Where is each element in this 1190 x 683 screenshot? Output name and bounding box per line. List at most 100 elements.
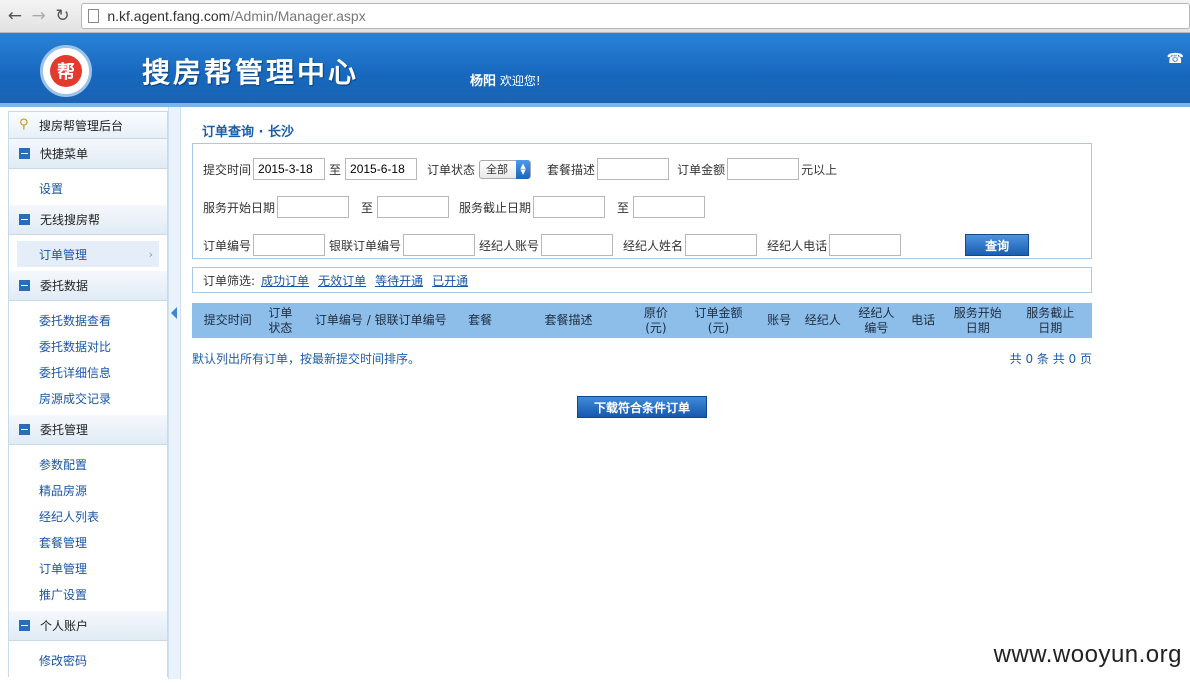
service-end-label: 服务截止日期 xyxy=(459,200,532,215)
site-logo: 帮 xyxy=(40,45,92,97)
filter-label: 订单筛选: xyxy=(203,273,256,288)
agent-account-input[interactable] xyxy=(541,234,614,256)
sidebar-item-agent-list[interactable]: 经纪人列表 xyxy=(9,503,167,529)
reload-icon[interactable]: ↻ xyxy=(52,5,74,27)
default-sort-note: 默认列出所有订单，按最新提交时间排序。 xyxy=(192,352,421,366)
welcome-text: 欢迎您! xyxy=(499,74,541,88)
to-label: 至 xyxy=(361,200,374,215)
unionpay-no-label: 银联订单编号 xyxy=(329,238,402,253)
back-arrow-icon[interactable]: ← xyxy=(4,5,26,27)
sidebar-group-title: 无线搜房帮 xyxy=(40,213,101,227)
sidebar-item-settings[interactable]: 设置 xyxy=(9,175,167,201)
filter-link-invalid[interactable]: 无效订单 xyxy=(318,272,366,289)
collapse-icon[interactable] xyxy=(19,214,30,225)
package-desc-label: 套餐描述 xyxy=(547,162,596,177)
sidebar-item-package-management[interactable]: 套餐管理 xyxy=(9,529,167,555)
phone-icon[interactable]: ☎ xyxy=(1167,51,1184,67)
collapse-sidebar-icon[interactable] xyxy=(171,307,177,319)
sidebar-group-title: 个人账户 xyxy=(40,619,89,633)
column-header: 电话 xyxy=(911,313,936,327)
sidebar-group-entrust-management[interactable]: 委托管理 xyxy=(8,415,168,445)
sidebar-item-entrust-compare[interactable]: 委托数据对比 xyxy=(9,333,167,359)
filter-link-success[interactable]: 成功订单 xyxy=(261,272,309,289)
sidebar-group-items: 修改密码 xyxy=(8,641,168,677)
chevron-right-icon: › xyxy=(148,247,153,261)
service-start-to-input[interactable] xyxy=(377,196,450,218)
order-filter-bar: 订单筛选: 成功订单 无效订单 等待开通 已开通 xyxy=(192,267,1092,293)
sidebar-group-personal-account[interactable]: 个人账户 xyxy=(8,611,168,641)
agent-phone-input[interactable] xyxy=(829,234,902,256)
sidebar-item-entrust-detail[interactable]: 委托详细信息 xyxy=(9,359,167,385)
welcome-message: 杨阳 欢迎您! xyxy=(470,70,541,89)
column-header: 服务截止 日期 xyxy=(1026,305,1075,335)
search-row-2: 服务开始日期 至 服务截止日期 至 xyxy=(203,188,1081,226)
sidebar: ⚲ 搜房帮管理后台 快捷菜单 设置 无线搜房帮 订单管理 › 委托数据 委托数据… xyxy=(0,107,168,679)
column-header: 订单金额 (元) xyxy=(694,305,743,335)
query-button[interactable]: 查询 xyxy=(965,234,1030,256)
to-label: 至 xyxy=(329,162,342,177)
service-start-label: 服务开始日期 xyxy=(203,200,276,215)
pagination-summary: 共 0 条 共 0 页 xyxy=(1009,352,1092,366)
sidebar-splitter[interactable] xyxy=(168,107,181,679)
sidebar-item-label: 订单管理 xyxy=(39,247,88,262)
submit-time-to-input[interactable] xyxy=(345,158,418,180)
order-amount-label: 订单金额 xyxy=(677,162,726,177)
sidebar-top[interactable]: ⚲ 搜房帮管理后台 xyxy=(8,111,168,139)
sidebar-item-order-management[interactable]: 订单管理 xyxy=(9,555,167,581)
collapse-icon[interactable] xyxy=(19,424,30,435)
package-desc-input[interactable] xyxy=(597,158,670,180)
sidebar-item-premium-listings[interactable]: 精品房源 xyxy=(9,477,167,503)
order-amount-input[interactable] xyxy=(727,158,800,180)
service-end-from-input[interactable] xyxy=(533,196,606,218)
column-header: 原价 (元) xyxy=(643,305,668,335)
collapse-icon[interactable] xyxy=(19,148,30,159)
column-header: 套餐 xyxy=(468,313,493,327)
service-start-from-input[interactable] xyxy=(277,196,350,218)
order-no-input[interactable] xyxy=(253,234,326,256)
column-header: 订单 状态 xyxy=(268,305,293,335)
service-end-to-input[interactable] xyxy=(633,196,706,218)
sidebar-item-change-password[interactable]: 修改密码 xyxy=(9,647,167,673)
amount-suffix: 元以上 xyxy=(801,162,838,177)
unionpay-no-input[interactable] xyxy=(403,234,476,256)
sidebar-group-title: 委托管理 xyxy=(40,423,89,437)
collapse-icon[interactable] xyxy=(19,620,30,631)
sidebar-group-items: 委托数据查看 委托数据对比 委托详细信息 房源成交记录 xyxy=(8,301,168,415)
column-header: 账号 xyxy=(767,313,792,327)
order-status-select[interactable]: 全部 ▲ ▼ xyxy=(479,159,532,179)
search-row-1: 提交时间 至 订单状态 全部 ▲▼ 套餐描述 订单金额 元以上 xyxy=(203,150,1081,188)
agent-name-label: 经纪人姓名 xyxy=(623,238,684,253)
submit-time-from-input[interactable] xyxy=(253,158,326,180)
filter-link-pending[interactable]: 等待开通 xyxy=(375,272,423,289)
watermark: www.wooyun.org xyxy=(993,641,1182,668)
submit-time-label: 提交时间 xyxy=(203,162,252,177)
sidebar-item-param-config[interactable]: 参数配置 xyxy=(9,451,167,477)
agent-name-input[interactable] xyxy=(685,234,758,256)
sidebar-group-wireless[interactable]: 无线搜房帮 xyxy=(8,205,168,235)
sidebar-item-promotion-settings[interactable]: 推广设置 xyxy=(9,581,167,607)
user-name: 杨阳 xyxy=(470,74,497,89)
sidebar-item-entrust-view[interactable]: 委托数据查看 xyxy=(9,307,167,333)
main-content: 订单查询 · 长沙 提交时间 至 订单状态 全部 ▲▼ 套餐描述 订单金额 元以… xyxy=(181,107,1190,679)
address-bar[interactable]: n.kf.agent.fang.com/Admin/Manager.aspx xyxy=(81,3,1190,29)
logo-mark: 帮 xyxy=(50,55,82,87)
sidebar-group-entrust-data[interactable]: 委托数据 xyxy=(8,271,168,301)
search-form: 提交时间 至 订单状态 全部 ▲▼ 套餐描述 订单金额 元以上 服务开始日期 至 xyxy=(192,143,1092,259)
column-header: 套餐描述 xyxy=(544,313,593,327)
filter-link-activated[interactable]: 已开通 xyxy=(432,272,468,289)
forward-arrow-icon[interactable]: → xyxy=(28,5,50,27)
search-row-3: 订单编号 银联订单编号 经纪人账号 经纪人姓名 经纪人电话 查询 xyxy=(203,226,1081,264)
sidebar-group-quick-menu[interactable]: 快捷菜单 xyxy=(8,139,168,169)
select-arrows-icon: ▲ ▼ xyxy=(516,159,531,179)
sidebar-item-order-management-active[interactable]: 订单管理 › xyxy=(17,241,159,267)
agent-phone-label: 经纪人电话 xyxy=(767,238,828,253)
collapse-icon[interactable] xyxy=(19,280,30,291)
sidebar-group-title: 快捷菜单 xyxy=(40,147,89,161)
sidebar-item-deal-records[interactable]: 房源成交记录 xyxy=(9,385,167,411)
site-title: 搜房帮管理中心 xyxy=(142,56,360,89)
order-no-label: 订单编号 xyxy=(203,238,252,253)
sidebar-group-items: 设置 xyxy=(8,169,168,205)
column-header: 经纪人 xyxy=(804,313,841,327)
site-header: 帮 搜房帮管理中心 杨阳 欢迎您! ☎ xyxy=(0,33,1190,107)
download-orders-button[interactable]: 下载符合条件订单 xyxy=(577,396,707,418)
